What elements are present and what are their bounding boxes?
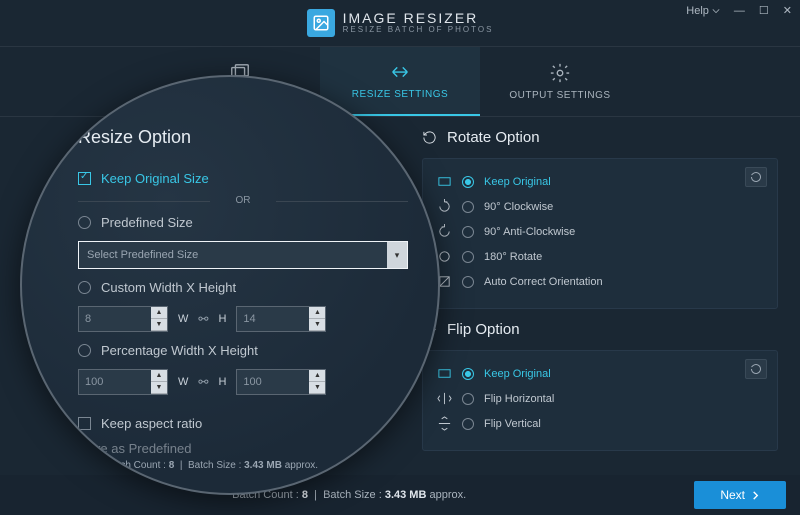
next-button[interactable]: Next bbox=[694, 481, 786, 509]
custom-wh-radio[interactable]: Custom Width X Height bbox=[78, 275, 408, 300]
rotate-panel: Keep Original 90° Clockwise 90° Anti-Clo… bbox=[422, 158, 778, 309]
width-input[interactable]: 8▲▼ bbox=[78, 306, 168, 332]
help-menu[interactable]: Help bbox=[686, 5, 720, 17]
checkbox-icon bbox=[78, 172, 91, 185]
radio-icon bbox=[462, 418, 474, 430]
ccw-icon bbox=[437, 224, 452, 239]
rect-icon bbox=[437, 174, 452, 189]
flip-h-icon bbox=[437, 391, 452, 406]
zoom-lens: Resize Option Keep Original Size OR Pred… bbox=[20, 75, 440, 495]
flip-section-header: Flip Option bbox=[422, 321, 778, 338]
link-icon[interactable]: ⚯ bbox=[198, 375, 208, 389]
app-subtitle: RESIZE BATCH OF PHOTOS bbox=[343, 26, 494, 35]
pct-height-input[interactable]: 100▲▼ bbox=[236, 369, 326, 395]
radio-icon bbox=[78, 344, 91, 357]
footer-peek: atch Count : 8 | Batch Size : 3.43 MB ap… bbox=[112, 460, 318, 471]
app-logo-icon bbox=[307, 9, 335, 37]
flip-panel: Keep Original Flip Horizontal Flip Verti… bbox=[422, 350, 778, 451]
predefined-size-radio[interactable]: Predefined Size bbox=[78, 210, 408, 235]
chevron-down-icon: ▾ bbox=[387, 242, 407, 268]
flip-v-icon bbox=[437, 416, 452, 431]
radio-icon bbox=[462, 176, 474, 188]
checkbox-icon bbox=[78, 417, 91, 430]
radio-icon bbox=[78, 216, 91, 229]
predefined-size-select[interactable]: Select Predefined Size ▾ bbox=[78, 241, 408, 269]
rotate-90-cw[interactable]: 90° Clockwise bbox=[437, 194, 763, 219]
radio-icon bbox=[462, 393, 474, 405]
tab-resize-settings[interactable]: RESIZE SETTINGS bbox=[320, 47, 480, 116]
rotate-90-ccw[interactable]: 90° Anti-Clockwise bbox=[437, 219, 763, 244]
rotate-keep-original[interactable]: Keep Original bbox=[437, 169, 763, 194]
percentage-wh-radio[interactable]: Percentage Width X Height bbox=[78, 338, 408, 363]
chevron-right-icon bbox=[751, 491, 760, 500]
or-divider: OR bbox=[78, 195, 408, 206]
rotate-reset-button[interactable] bbox=[745, 167, 767, 187]
footer-bar: Batch Count : 8 | Batch Size : 3.43 MB a… bbox=[0, 475, 800, 515]
radio-icon bbox=[462, 276, 474, 288]
rotate-180[interactable]: 180° Rotate bbox=[437, 244, 763, 269]
link-icon[interactable]: ⚯ bbox=[198, 312, 208, 326]
save-as-predefined[interactable]: Save as Predefined bbox=[78, 436, 408, 461]
keep-aspect-ratio[interactable]: Keep aspect ratio bbox=[78, 411, 408, 436]
flip-reset-button[interactable] bbox=[745, 359, 767, 379]
rotate-auto[interactable]: Auto Correct Orientation bbox=[437, 269, 763, 294]
radio-icon bbox=[462, 368, 474, 380]
rotate-icon bbox=[422, 130, 437, 145]
close-button[interactable]: ✕ bbox=[783, 4, 792, 17]
radio-icon bbox=[462, 226, 474, 238]
flip-keep-original[interactable]: Keep Original bbox=[437, 361, 763, 386]
pct-width-input[interactable]: 100▲▼ bbox=[78, 369, 168, 395]
batch-stats: Batch Count : 8 | Batch Size : 3.43 MB a… bbox=[14, 489, 684, 501]
app-title: IMAGE RESIZER bbox=[343, 11, 494, 26]
height-label: H bbox=[218, 313, 226, 325]
radio-icon bbox=[78, 281, 91, 294]
flip-vertical[interactable]: Flip Vertical bbox=[437, 411, 763, 436]
width-label: W bbox=[178, 313, 188, 325]
title-bar: IMAGE RESIZER RESIZE BATCH OF PHOTOS Hel… bbox=[0, 0, 800, 47]
resize-section-header: Resize Option bbox=[78, 127, 408, 148]
height-input[interactable]: 14▲▼ bbox=[236, 306, 326, 332]
resize-icon bbox=[389, 61, 411, 83]
cw-icon bbox=[437, 199, 452, 214]
rect-icon bbox=[437, 366, 452, 381]
gear-icon bbox=[549, 62, 571, 84]
radio-icon bbox=[462, 201, 474, 213]
rotate-section-header: Rotate Option bbox=[422, 129, 778, 146]
radio-icon bbox=[462, 251, 474, 263]
maximize-button[interactable]: ☐ bbox=[759, 4, 769, 17]
tab-output-settings[interactable]: OUTPUT SETTINGS bbox=[480, 47, 640, 116]
minimize-button[interactable]: — bbox=[734, 5, 745, 17]
rotate180-icon bbox=[437, 249, 452, 264]
flip-horizontal[interactable]: Flip Horizontal bbox=[437, 386, 763, 411]
keep-original-size[interactable]: Keep Original Size bbox=[78, 166, 408, 191]
